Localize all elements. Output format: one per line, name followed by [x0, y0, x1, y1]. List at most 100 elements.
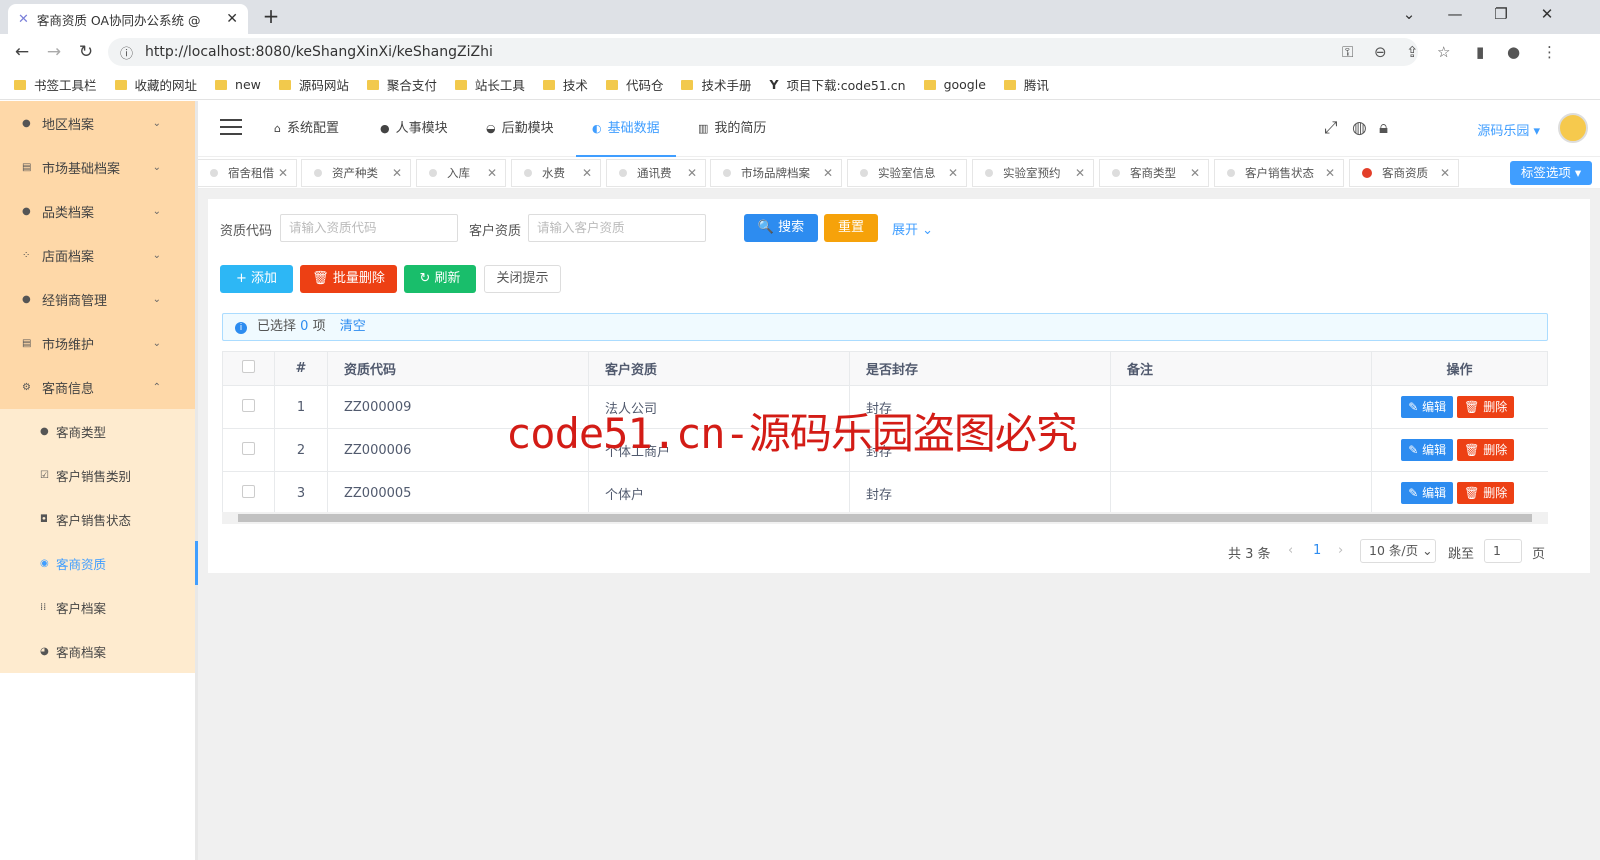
sidebar-item-customer-file[interactable]: ⁞⁞ 客户档案	[0, 585, 195, 629]
close-icon[interactable]: ✕	[392, 166, 402, 180]
page-tab[interactable]: 实验室预约 ✕	[972, 159, 1094, 187]
tag-options-button[interactable]: 标签选项 ▾	[1510, 161, 1592, 185]
minimize-icon[interactable]: —	[1432, 0, 1478, 30]
nav-logistics[interactable]: ◒ 后勤模块	[486, 101, 554, 157]
bookmark-item[interactable]: 收藏的网址	[114, 75, 197, 94]
close-tab-icon[interactable]: ✕	[226, 11, 238, 27]
edit-button[interactable]: ✎ 编辑	[1401, 439, 1454, 461]
page-number[interactable]: 1	[1313, 543, 1321, 558]
row-checkbox[interactable]	[242, 484, 255, 498]
page-tab[interactable]: 资产种类 ✕	[301, 159, 411, 187]
info-icon[interactable]: ⓘ	[120, 43, 133, 62]
sidebar-item-category[interactable]: ● 品类档案 ⌄	[0, 189, 195, 233]
key-icon[interactable]: ⚿	[1342, 43, 1353, 61]
nav-resume[interactable]: ▥ 我的简历	[698, 101, 766, 157]
close-tip-button[interactable]: 关闭提示	[484, 265, 561, 293]
hamburger-icon[interactable]	[220, 119, 242, 137]
page-size-select[interactable]: 10 条/页 ⌄	[1360, 539, 1436, 563]
page-tab[interactable]: 市场品牌档案 ✕	[710, 159, 842, 187]
browser-tab[interactable]: ✕ 客商资质 OA协同办公系统 @ ✕	[8, 4, 248, 34]
close-icon[interactable]: ✕	[1190, 166, 1200, 180]
sidebar-item-region[interactable]: ● 地区档案 ⌄	[0, 101, 195, 145]
bookmark-item[interactable]: 站长工具	[454, 75, 525, 94]
expand-link[interactable]: 展开 ⌄	[892, 219, 933, 238]
bookmark-item[interactable]: 腾讯	[1003, 75, 1049, 94]
scrollbar-thumb[interactable]	[238, 514, 1532, 522]
page-tab-active[interactable]: 客商资质 ✕	[1349, 159, 1459, 187]
page-tab[interactable]: 客户销售状态 ✕	[1214, 159, 1344, 187]
row-checkbox[interactable]	[242, 398, 255, 412]
close-icon[interactable]: ✕	[823, 166, 833, 180]
lock-icon[interactable]: 🔒︎	[1379, 118, 1388, 138]
sidebar-item-dealer[interactable]: ● 经销商管理 ⌄	[0, 277, 195, 321]
qual-input[interactable]: 请输入客户资质	[528, 214, 706, 242]
page-tab[interactable]: 实验室信息 ✕	[847, 159, 967, 187]
bookmark-item[interactable]: 书签工具栏	[14, 75, 97, 94]
edit-button[interactable]: ✎ 编辑	[1401, 482, 1454, 504]
edit-button[interactable]: ✎ 编辑	[1401, 396, 1454, 418]
back-icon[interactable]: ←	[6, 42, 38, 62]
close-icon[interactable]: ✕	[278, 166, 288, 180]
page-tab[interactable]: 客商类型 ✕	[1099, 159, 1209, 187]
page-tab[interactable]: 通讯费 ✕	[606, 159, 706, 187]
search-button[interactable]: 🔍 搜索	[744, 214, 818, 242]
bookmark-item[interactable]: 源码网站	[278, 75, 349, 94]
jump-input[interactable]: 1	[1484, 539, 1522, 563]
nav-base-data[interactable]: ◐ 基础数据	[576, 101, 676, 157]
page-tab[interactable]: 入库 ✕	[416, 159, 506, 187]
delete-button[interactable]: 🗑︎ 删除	[1457, 439, 1515, 461]
reload-icon[interactable]: ↻	[70, 42, 102, 62]
close-icon[interactable]: ✕	[948, 166, 958, 180]
user-menu[interactable]: 源码乐园 ▾	[1477, 120, 1540, 139]
close-window-icon[interactable]: ✕	[1524, 0, 1570, 30]
share-icon[interactable]: ⇪	[1406, 43, 1419, 61]
clear-link[interactable]: 清空	[340, 319, 366, 334]
zoom-icon[interactable]: ⊖	[1374, 43, 1387, 61]
new-tab-button[interactable]: +	[258, 4, 284, 30]
sidebar-item-merchant-file[interactable]: ◕ 客商档案	[0, 629, 195, 673]
bookmark-item[interactable]: google	[923, 77, 986, 92]
page-tab[interactable]: 水费 ✕	[511, 159, 601, 187]
profile-icon[interactable]: ●	[1507, 43, 1520, 61]
bookmark-item[interactable]: 聚合支付	[366, 75, 437, 94]
batch-delete-button[interactable]: 🗑︎ 批量删除	[300, 265, 397, 293]
sidepanel-icon[interactable]: ▮	[1476, 43, 1484, 61]
sidebar-item-sales-status[interactable]: ◘ 客户销售状态	[0, 497, 195, 541]
delete-button[interactable]: 🗑︎ 删除	[1457, 482, 1515, 504]
sidebar-item-market-maint[interactable]: ▤ 市场维护 ⌄	[0, 321, 195, 365]
prev-page-icon[interactable]: ‹	[1288, 543, 1293, 558]
close-icon[interactable]: ✕	[487, 166, 497, 180]
sidebar-item-market-base[interactable]: ▤ 市场基础档案 ⌄	[0, 145, 195, 189]
globe-icon[interactable]: ◍	[1352, 118, 1367, 138]
bookmark-item[interactable]: 技术手册	[681, 75, 751, 94]
page-tab[interactable]: 宿舍租借 ✕	[198, 159, 297, 187]
menu-icon[interactable]: ⋮	[1542, 43, 1557, 61]
reset-button[interactable]: 重置	[824, 214, 878, 242]
sidebar-item-qualification[interactable]: ◉ 客商资质	[0, 541, 198, 585]
sidebar-item-merchant-info[interactable]: ⚙ 客商信息 ⌃	[0, 365, 195, 409]
sidebar-item-store[interactable]: ⁘ 店面档案 ⌄	[0, 233, 195, 277]
bookmark-item[interactable]: Y 项目下载:code51.cn	[769, 75, 905, 94]
refresh-button[interactable]: ↻ 刷新	[404, 265, 476, 293]
sidebar-item-sales-category[interactable]: ☑ 客户销售类别	[0, 453, 195, 497]
close-icon[interactable]: ✕	[687, 166, 697, 180]
restore-icon[interactable]: ❐	[1478, 0, 1524, 30]
close-icon[interactable]: ✕	[1075, 166, 1085, 180]
delete-button[interactable]: 🗑︎ 删除	[1457, 396, 1515, 418]
star-icon[interactable]: ☆	[1437, 43, 1450, 61]
close-icon[interactable]: ✕	[1440, 166, 1450, 180]
url-field[interactable]: ⓘ http://localhost:8080/keShangXinXi/keS…	[108, 38, 1418, 66]
select-all-checkbox[interactable]	[242, 360, 255, 373]
bookmark-item[interactable]: new	[215, 77, 261, 92]
horizontal-scrollbar[interactable]	[222, 512, 1548, 524]
close-icon[interactable]: ✕	[582, 166, 592, 180]
row-checkbox[interactable]	[242, 441, 255, 455]
sidebar-item-merchant-type[interactable]: ● 客商类型	[0, 409, 195, 453]
bookmark-item[interactable]: 代码仓	[605, 75, 663, 94]
forward-icon[interactable]: →	[38, 42, 70, 62]
fullscreen-icon[interactable]: ⤢	[1324, 118, 1338, 138]
add-button[interactable]: + 添加	[220, 265, 293, 293]
avatar[interactable]	[1558, 113, 1588, 143]
chevron-down-icon[interactable]: ⌄	[1386, 0, 1432, 30]
bookmark-item[interactable]: 技术	[542, 75, 588, 94]
